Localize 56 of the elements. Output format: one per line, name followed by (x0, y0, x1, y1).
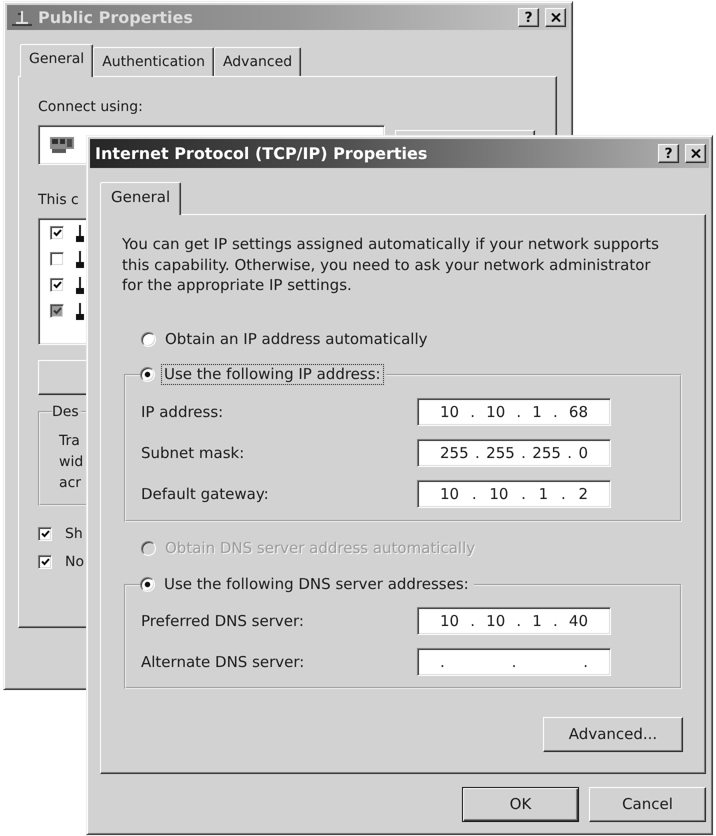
checkbox[interactable] (38, 555, 52, 569)
help-button[interactable]: ? (658, 144, 679, 163)
tab[interactable]: Advanced (214, 47, 302, 76)
checkmark-icon (40, 530, 50, 538)
radio-label: Use the following DNS server addresses: (163, 574, 470, 595)
field-label: Preferred DNS server: (141, 612, 305, 630)
checkbox[interactable] (50, 226, 64, 240)
network-connection-icon (12, 10, 32, 26)
advanced-button[interactable]: Advanced... (543, 716, 683, 752)
checkmark-icon (52, 307, 62, 315)
field-label: Default gateway: (141, 484, 270, 502)
close-icon (550, 13, 560, 22)
component-icon (76, 224, 84, 242)
component-icon (76, 276, 84, 294)
help-button[interactable]: ? (518, 8, 539, 27)
description-text: wid (59, 453, 84, 472)
close-button[interactable] (685, 144, 706, 163)
checkmark-icon (52, 281, 62, 289)
intro-text: You can get IP settings assigned automatically if your network supports this capability. Otherwise, you need to ask your network administrator for the appropriate IP settings. (122, 234, 660, 296)
checkmark-icon (52, 229, 62, 237)
ip-address-field[interactable]: 10 . 10 . 1 . 40 (417, 606, 611, 634)
field-label: Subnet mask: (141, 444, 246, 462)
network-card-icon (50, 137, 74, 153)
component-icon (76, 302, 84, 320)
group-legend: Des (52, 403, 81, 421)
ip-address-field[interactable]: 255 . 255 . 255 . 0 (417, 438, 611, 466)
dialog-button[interactable]: OK (462, 786, 579, 822)
dialog-button[interactable]: Cancel (589, 786, 706, 822)
tab[interactable]: Authentication (93, 47, 214, 76)
ip-address-field[interactable]: 10 . 10 . 1 . 68 (417, 398, 611, 426)
checkbox-label: No (65, 553, 84, 571)
tab[interactable]: General (100, 182, 182, 215)
radio-button[interactable] (141, 332, 156, 347)
radio-button[interactable] (140, 367, 155, 382)
field-label: Connect using: (38, 98, 143, 116)
checkbox[interactable] (50, 252, 64, 266)
checkbox[interactable] (50, 278, 64, 292)
window-title: Public Properties (38, 8, 193, 27)
checkbox-label: Sh (65, 525, 83, 543)
description-text: acr (59, 474, 82, 493)
close-icon (690, 149, 700, 158)
component-icon (76, 250, 84, 268)
radio-label: Obtain an IP address automatically (164, 329, 429, 350)
field-label: IP address: (141, 402, 224, 420)
description-text: Tra (59, 432, 81, 451)
close-button[interactable] (545, 8, 566, 27)
tab[interactable]: General (20, 44, 94, 77)
window-title: Internet Protocol (TCP/IP) Properties (95, 144, 428, 163)
ip-address-field[interactable]: . . . (417, 648, 611, 676)
checkmark-icon (40, 558, 50, 566)
field-label: Alternate DNS server: (141, 652, 306, 670)
list-label: This c (38, 191, 79, 209)
ip-address-field[interactable]: 10 . 10 . 1 . 2 (417, 480, 611, 508)
radio-button[interactable] (140, 577, 155, 592)
radio-label: Use the following IP address: (161, 364, 384, 385)
checkbox[interactable] (38, 527, 52, 541)
